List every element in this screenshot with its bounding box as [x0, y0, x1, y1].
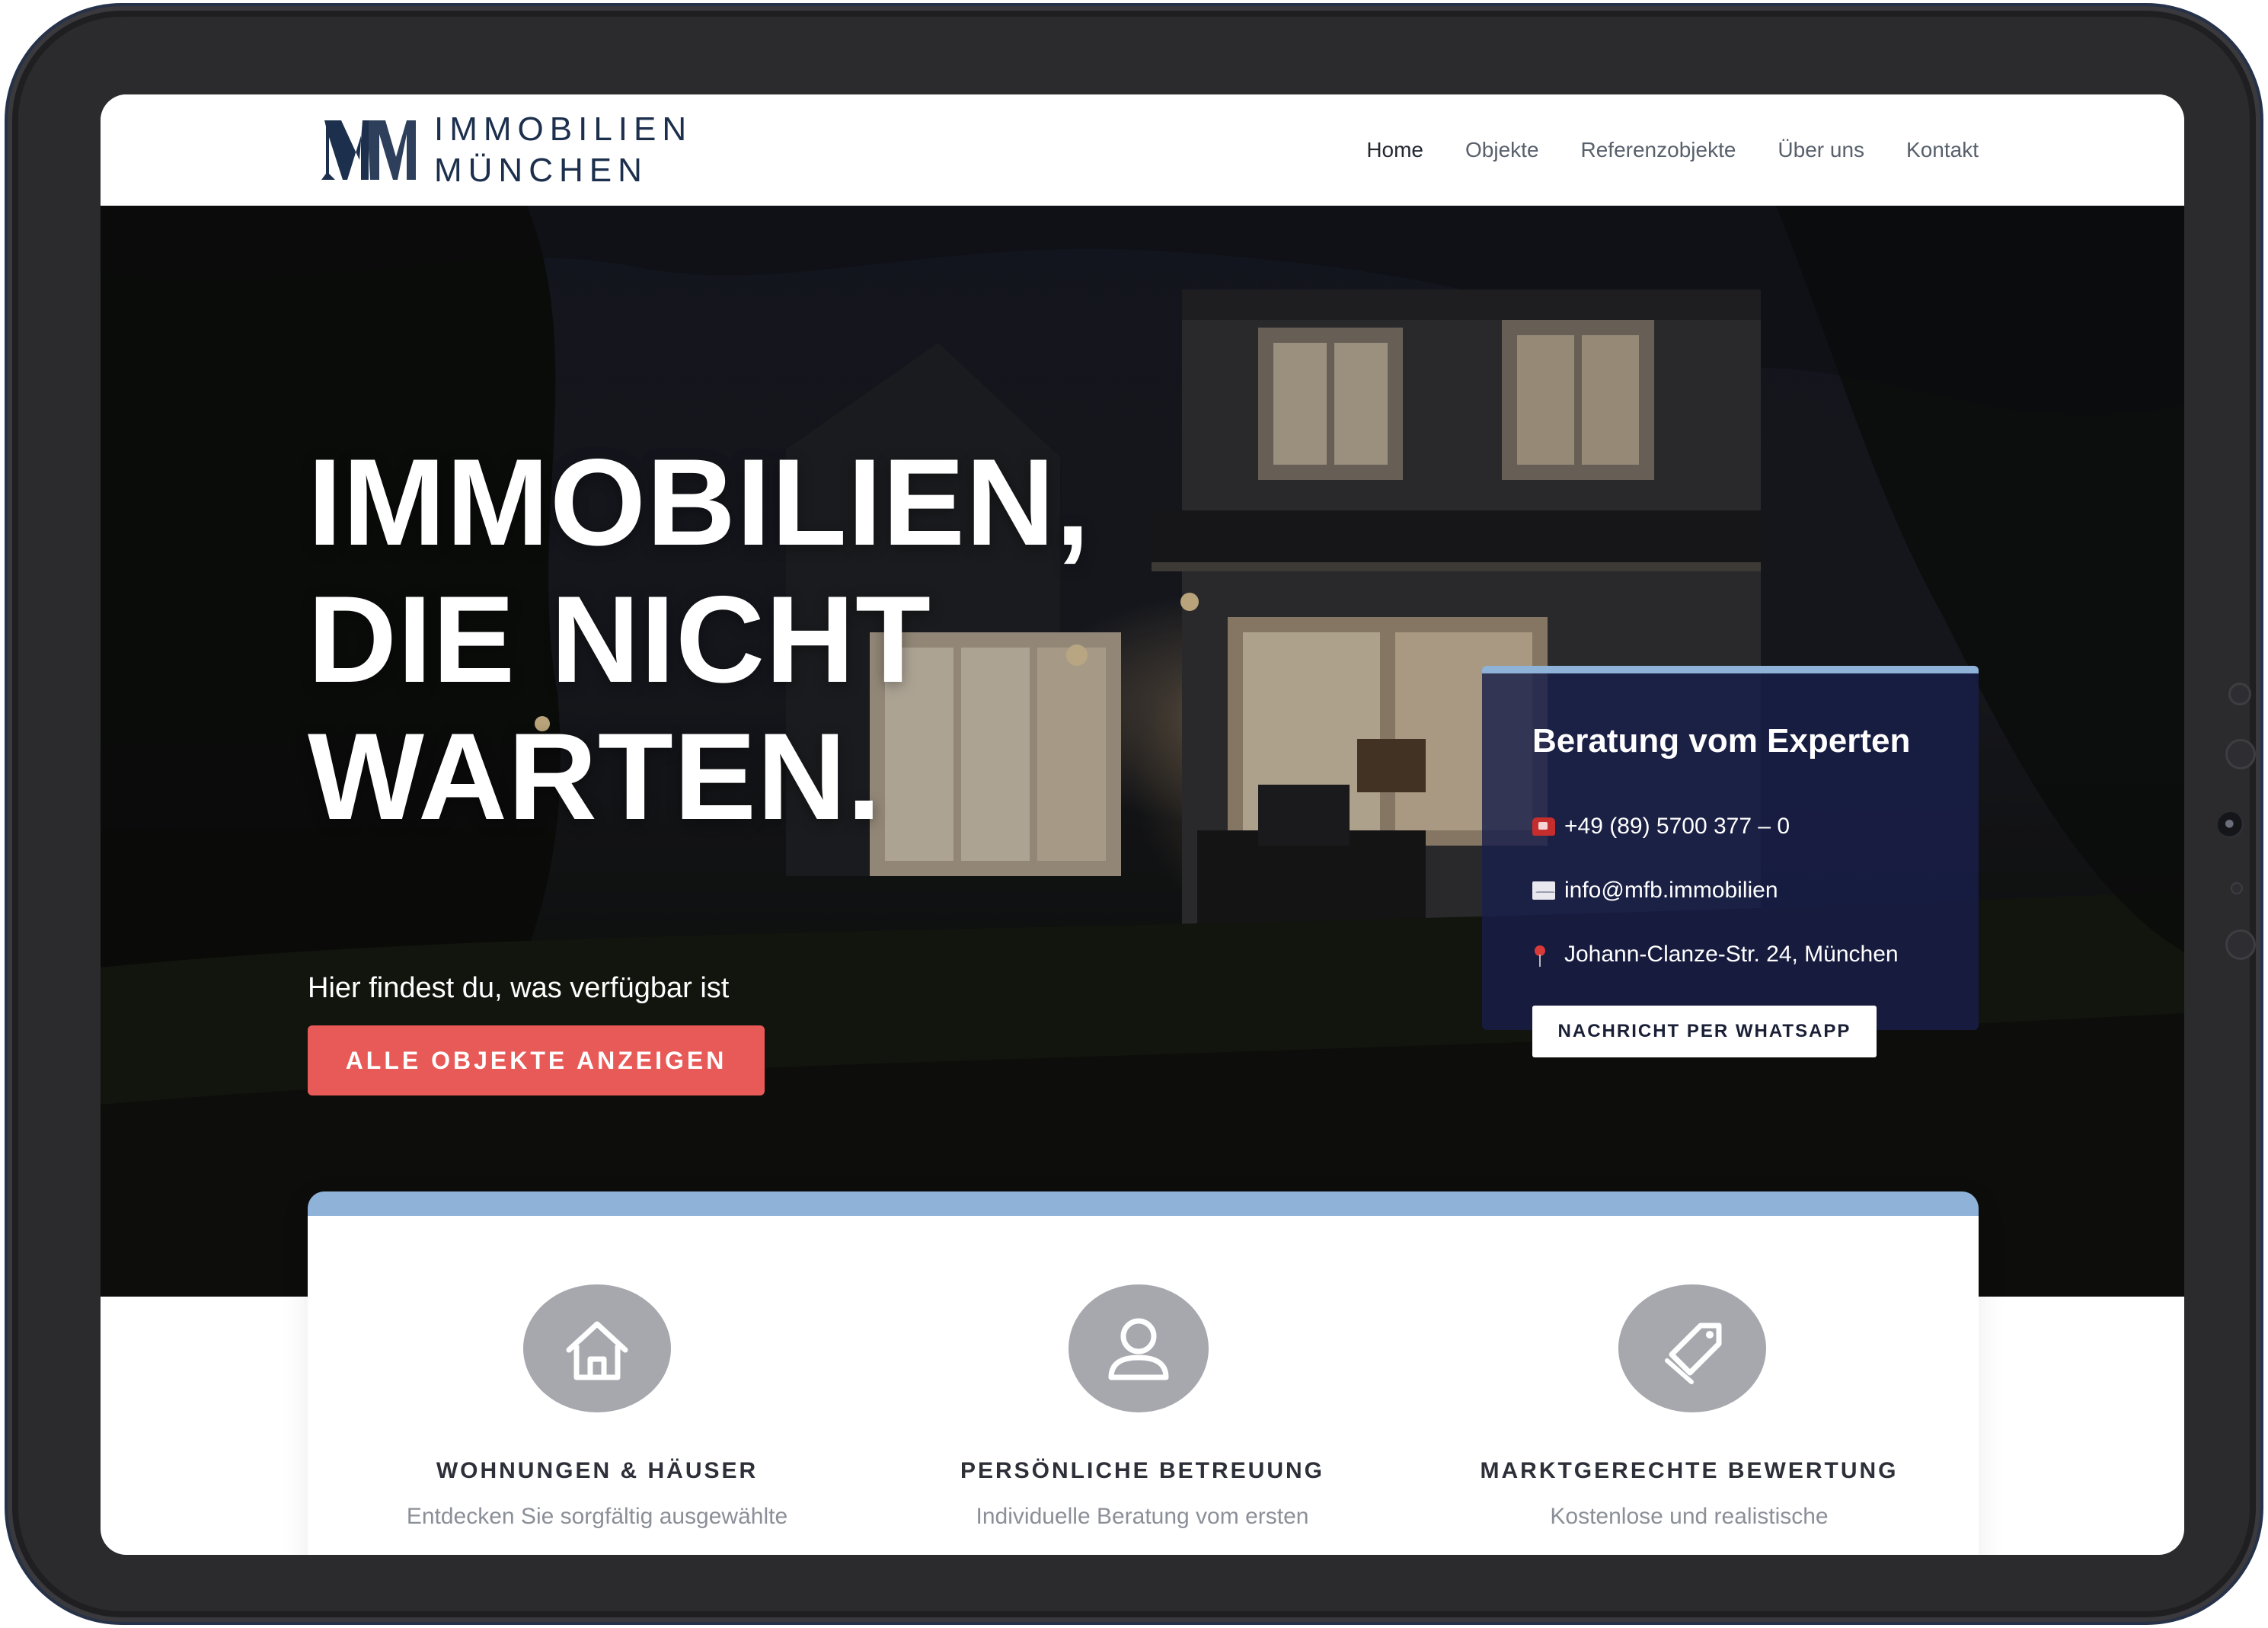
- side-button: [2225, 929, 2256, 960]
- email-address: info@mfb.immobilien: [1564, 878, 1778, 903]
- nav-item-ueber-uns[interactable]: Über uns: [1778, 138, 1864, 162]
- consultation-card: Beratung vom Experten +49 (89) 5700 377 …: [1482, 666, 1979, 1057]
- hero-subtitle: Hier findest du, was verfügbar ist: [308, 972, 730, 1004]
- phone-row[interactable]: +49 (89) 5700 377 – 0: [1532, 814, 1790, 840]
- feature-title: MARKTGERECHTE BEWERTUNG: [1480, 1458, 1899, 1483]
- nav-item-objekte[interactable]: Objekte: [1465, 138, 1539, 162]
- site-logo[interactable]: IMMOBILIEN MÜNCHEN: [321, 110, 692, 189]
- phone-number: +49 (89) 5700 377 – 0: [1564, 814, 1790, 839]
- hero-headline-line-1: IMMOBILIEN,: [308, 433, 1091, 571]
- site-header: IMMOBILIEN MÜNCHEN Home Objekte Referenz…: [101, 94, 2184, 206]
- side-button: [2231, 882, 2243, 894]
- feature-text: Kostenlose und realistische: [1550, 1504, 1829, 1529]
- logo-line-2: MÜNCHEN: [434, 152, 648, 189]
- monogram-logo-icon: [321, 120, 416, 180]
- consultation-title: Beratung vom Experten: [1532, 722, 1911, 760]
- tag-icon: [1665, 1323, 1722, 1384]
- side-button: [2225, 739, 2256, 769]
- house-icon: [566, 1321, 628, 1380]
- address-row: Johann-Clanze-Str. 24, München: [1532, 942, 1899, 968]
- feature-title: PERSÖNLICHE BETREUUNG: [960, 1458, 1325, 1483]
- nav-item-referenzobjekte[interactable]: Referenzobjekte: [1581, 138, 1736, 162]
- main-nav: Home Objekte Referenzobjekte Über uns Ko…: [1366, 94, 1979, 206]
- hero-headline-line-2: DIE NICHT: [308, 571, 931, 708]
- logo-line-1: IMMOBILIEN: [434, 110, 693, 148]
- feature-text: Individuelle Beratung vom ersten: [976, 1504, 1309, 1529]
- feature-title: WOHNUNGEN & HÄUSER: [436, 1458, 759, 1483]
- pin-icon: [1532, 945, 1555, 967]
- browser-viewport: IMMOBILIEN MÜNCHEN Home Objekte Referenz…: [101, 94, 2184, 1555]
- feature-icon-circle: [1618, 1284, 1766, 1412]
- features-card: WOHNUNGEN & HÄUSER Entdecken Sie sorgfäl…: [308, 1191, 1979, 1555]
- logo-wordmark: IMMOBILIEN MÜNCHEN: [434, 109, 692, 191]
- camera-icon: [2218, 812, 2244, 838]
- whatsapp-button[interactable]: NACHRICHT PER WHATSAPP: [1532, 1006, 1877, 1057]
- address-text: Johann-Clanze-Str. 24, München: [1564, 942, 1899, 967]
- hero-section: IMMOBILIEN, DIE NICHT WARTEN. Hier finde…: [101, 206, 2184, 1297]
- feature-icon-circle: [1069, 1284, 1209, 1412]
- tablet-frame: IMMOBILIEN MÜNCHEN Home Objekte Referenz…: [8, 6, 2260, 1622]
- feature-icon-circle: [523, 1284, 671, 1412]
- side-button: [2228, 683, 2251, 705]
- nav-item-kontakt[interactable]: Kontakt: [1906, 138, 1979, 162]
- email-row[interactable]: info@mfb.immobilien: [1532, 878, 1778, 904]
- hero-headline-line-3: WARTEN.: [308, 708, 882, 846]
- hero-headline: IMMOBILIEN, DIE NICHT WARTEN.: [308, 434, 1091, 846]
- phone-icon: [1532, 817, 1555, 836]
- nav-item-home[interactable]: Home: [1366, 138, 1423, 162]
- all-objects-button[interactable]: ALLE OBJEKTE ANZEIGEN: [308, 1025, 765, 1095]
- envelope-icon: [1532, 881, 1555, 900]
- person-icon: [1108, 1318, 1169, 1380]
- feature-text: Entdecken Sie sorgfältig ausgewählte: [406, 1504, 788, 1529]
